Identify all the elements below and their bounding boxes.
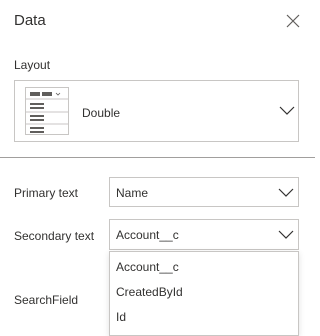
layout-picker[interactable]: Double <box>14 80 299 142</box>
dropdown-option[interactable]: CreatedById <box>110 279 298 305</box>
chevron-down-icon <box>278 188 294 197</box>
secondary-text-value: Account__c <box>116 228 179 242</box>
dropdown-option[interactable]: Account__c <box>110 254 298 280</box>
layout-double-icon <box>25 87 69 135</box>
primary-text-value: Name <box>116 186 149 200</box>
primary-text-select[interactable]: Name <box>109 177 299 207</box>
primary-text-label: Primary text <box>14 186 79 200</box>
search-field-label: SearchField <box>14 293 79 307</box>
panel-title: Data <box>14 12 46 29</box>
dropdown-option[interactable]: Id <box>110 304 298 330</box>
secondary-text-label: Secondary text <box>14 229 95 243</box>
secondary-text-dropdown: Account__c CreatedById Id <box>109 251 299 336</box>
secondary-text-select[interactable]: Account__c <box>109 219 299 250</box>
chevron-down-icon <box>279 106 295 115</box>
close-icon[interactable] <box>285 13 301 29</box>
layout-value: Double <box>82 106 121 120</box>
layout-label: Layout <box>14 58 51 72</box>
chevron-down-icon <box>278 230 294 239</box>
divider <box>0 157 315 158</box>
